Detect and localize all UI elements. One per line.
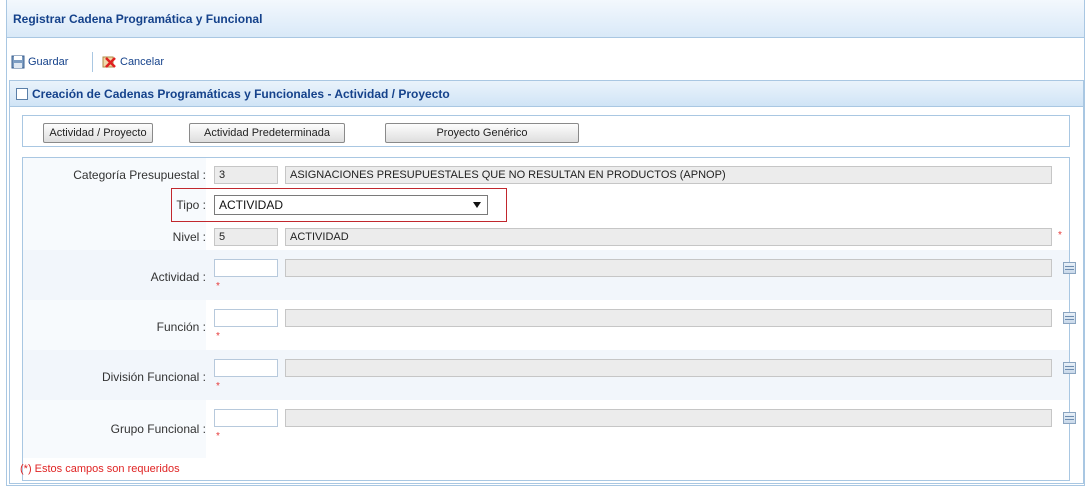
cancel-button[interactable]: Cancelar	[101, 52, 164, 72]
division-required-mark: *	[216, 381, 220, 392]
nivel-code-field: 5	[214, 228, 278, 246]
actividad-proyecto-button[interactable]: Actividad / Proyecto	[43, 123, 153, 143]
categoria-code-field: 3	[214, 166, 278, 184]
chevron-down-icon	[473, 202, 481, 208]
floppy-disk-icon	[11, 55, 25, 69]
cancel-button-label: Cancelar	[120, 56, 165, 68]
grupo-desc-field	[285, 409, 1052, 427]
division-label: División Funcional :	[101, 370, 206, 384]
window-title: Registrar Cadena Programática y Funciona…	[13, 12, 263, 26]
chain-form: Categoría Presupuestal : 3 ASIGNACIONES …	[22, 157, 1076, 481]
funcion-required-mark: *	[216, 331, 220, 342]
panel-collapse-icon[interactable]	[16, 88, 28, 100]
tipo-select-value: ACTIVIDAD	[219, 198, 284, 212]
actividad-lookup-icon[interactable]	[1063, 262, 1076, 274]
toolbar: Guardar Cancelar	[7, 48, 1084, 76]
actividad-desc-field	[285, 259, 1052, 277]
actividad-required-mark: *	[216, 281, 220, 292]
proyecto-generico-button[interactable]: Proyecto Genérico	[385, 123, 579, 143]
funcion-lookup-icon[interactable]	[1063, 312, 1076, 324]
cancel-icon	[102, 56, 116, 68]
nivel-desc-field: ACTIVIDAD	[285, 228, 1052, 246]
tipo-label: Tipo :	[176, 198, 206, 212]
actividad-code-input[interactable]	[214, 259, 278, 277]
nivel-required-mark: *	[1058, 230, 1062, 241]
tipo-select[interactable]: ACTIVIDAD	[214, 195, 488, 215]
save-button[interactable]: Guardar	[11, 52, 68, 72]
required-fields-note: (*) Estos campos son requeridos	[20, 463, 180, 475]
funcion-label: Función :	[156, 320, 206, 334]
funcion-code-input[interactable]	[214, 309, 278, 327]
division-lookup-icon[interactable]	[1063, 362, 1076, 374]
toolbar-separator	[92, 52, 93, 72]
grupo-lookup-icon[interactable]	[1063, 412, 1076, 424]
panel-title: Creación de Cadenas Programáticas y Func…	[32, 87, 450, 101]
division-code-input[interactable]	[214, 359, 278, 377]
save-button-label: Guardar	[28, 56, 69, 68]
mode-button-bar: Actividad / Proyecto Actividad Predeterm…	[22, 115, 1070, 147]
grupo-label: Grupo Funcional :	[110, 422, 206, 436]
actividad-predeterminada-button[interactable]: Actividad Predeterminada	[189, 123, 345, 143]
creation-panel: Creación de Cadenas Programáticas y Func…	[9, 80, 1084, 484]
categoria-label: Categoría Presupuestal :	[73, 168, 206, 182]
nivel-label: Nivel :	[172, 230, 206, 244]
division-desc-field	[285, 359, 1052, 377]
window-title-bar: Registrar Cadena Programática y Funciona…	[7, 0, 1084, 38]
actividad-label: Actividad :	[150, 270, 206, 284]
funcion-desc-field	[285, 309, 1052, 327]
window: Registrar Cadena Programática y Funciona…	[6, 0, 1085, 486]
grupo-code-input[interactable]	[214, 409, 278, 427]
panel-header: Creación de Cadenas Programáticas y Func…	[10, 81, 1083, 107]
grupo-required-mark: *	[216, 431, 220, 442]
categoria-desc-field: ASIGNACIONES PRESUPUESTALES QUE NO RESUL…	[285, 166, 1052, 184]
